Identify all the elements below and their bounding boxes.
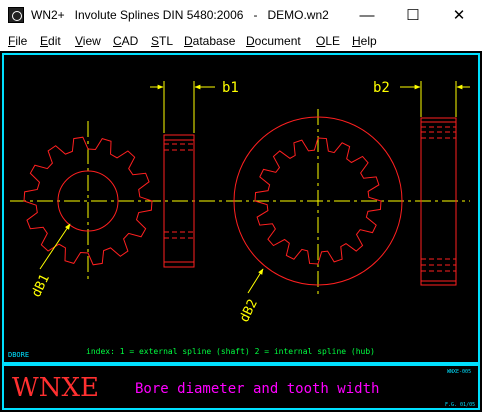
menu-file[interactable]: File: [8, 34, 27, 48]
menu-help-label: elp: [360, 34, 377, 48]
ref-bottom: F.G. 01/05: [445, 402, 475, 408]
menu-bar: File Edit View CAD STL Database Document…: [0, 31, 482, 51]
menu-stl-accel: S: [151, 34, 160, 48]
menu-database-label: atabase: [192, 34, 236, 48]
menu-database-accel: D: [184, 34, 193, 48]
menu-document-label: ocument: [254, 34, 301, 48]
menu-view[interactable]: View: [75, 34, 101, 48]
menu-cad[interactable]: CAD: [113, 34, 138, 48]
menu-cad-accel: C: [113, 34, 122, 48]
menu-stl-label: TL: [159, 34, 174, 48]
menu-ole[interactable]: OLE: [316, 34, 340, 48]
maximize-button[interactable]: ☐: [390, 0, 436, 31]
b2-label: b2: [373, 80, 390, 96]
menu-edit[interactable]: Edit: [40, 34, 61, 48]
b1-dimension: [150, 81, 215, 133]
menu-database[interactable]: Database: [184, 34, 235, 48]
dB1-label: dB1: [29, 272, 53, 300]
menu-ole-accel: O: [316, 34, 326, 48]
menu-cad-label: AD: [121, 34, 139, 48]
b2-dimension: [400, 81, 470, 117]
menu-stl[interactable]: STL: [151, 34, 173, 48]
menu-edit-accel: E: [40, 34, 49, 48]
menu-help[interactable]: Help: [352, 34, 377, 48]
index-text: index: 1 = external spline (shaft) 2 = i…: [86, 347, 375, 356]
drawing-area[interactable]: b1 b2 dB1 dB2 DBORE index: 1 = external …: [0, 51, 482, 412]
drawing-canvas[interactable]: b1 b2 dB1 dB2 DBORE index: 1 = external …: [0, 51, 482, 412]
menu-view-label: iew: [82, 34, 101, 48]
ref-top: WNXE-005: [447, 369, 471, 375]
minimize-button[interactable]: —: [344, 0, 390, 31]
dB1-leader: [39, 223, 71, 270]
title-bar: WN2+ Involute Splines DIN 5480:2006 - DE…: [0, 0, 482, 31]
menu-edit-label: dit: [48, 34, 61, 48]
menu-document-accel: D: [246, 34, 255, 48]
wnxe-logo: WNXE: [12, 373, 99, 403]
app-icon[interactable]: [8, 7, 24, 23]
menu-view-accel: V: [75, 34, 83, 48]
b1-label: b1: [222, 80, 239, 96]
corner-label: DBORE: [8, 351, 29, 359]
dB2-label: dB2: [237, 297, 261, 325]
caption-text: Bore diameter and tooth width: [135, 381, 379, 397]
menu-help-accel: H: [352, 34, 361, 48]
window-title: WN2+ Involute Splines DIN 5480:2006 - DE…: [31, 8, 329, 22]
menu-file-label: ile: [15, 34, 28, 48]
menu-ole-label: LE: [325, 34, 341, 48]
menu-document[interactable]: Document: [246, 34, 301, 48]
close-button[interactable]: ✕: [436, 0, 482, 31]
dB2-leader: [247, 268, 264, 294]
